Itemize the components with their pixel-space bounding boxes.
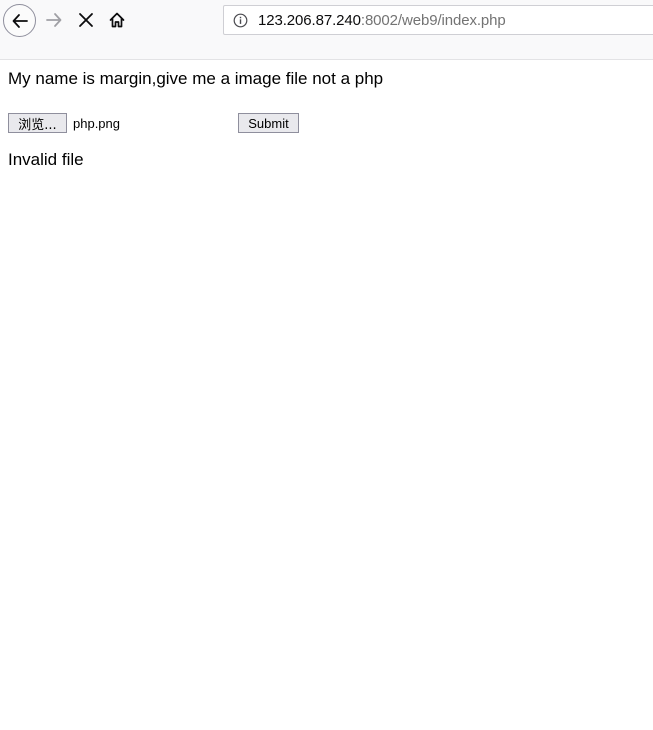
forward-arrow-icon xyxy=(46,13,62,27)
info-icon[interactable] xyxy=(233,13,248,28)
close-icon xyxy=(79,13,93,27)
intro-text: My name is margin,give me a image file n… xyxy=(8,69,384,88)
submit-button[interactable]: Submit xyxy=(238,113,299,133)
back-arrow-icon xyxy=(12,13,28,28)
url-text[interactable]: 123.206.87.240:8002/web9/index.php xyxy=(258,12,506,29)
url-bar[interactable]: 123.206.87.240:8002/web9/index.php xyxy=(223,5,653,35)
forward-button[interactable] xyxy=(40,6,68,34)
result-message: Invalid file xyxy=(8,150,84,169)
browser-toolbar: 123.206.87.240:8002/web9/index.php xyxy=(0,0,653,60)
stop-button[interactable] xyxy=(72,6,100,34)
home-button[interactable] xyxy=(103,6,131,34)
url-path: :8002/web9/index.php xyxy=(360,11,506,29)
back-button[interactable] xyxy=(3,4,36,37)
browse-button[interactable]: 浏览... xyxy=(8,113,67,133)
selected-file-name: php.png xyxy=(73,115,120,131)
url-host: 123.206.87.240 xyxy=(258,11,361,29)
home-icon xyxy=(109,12,125,28)
upload-form: 浏览... php.png Submit xyxy=(8,113,299,133)
